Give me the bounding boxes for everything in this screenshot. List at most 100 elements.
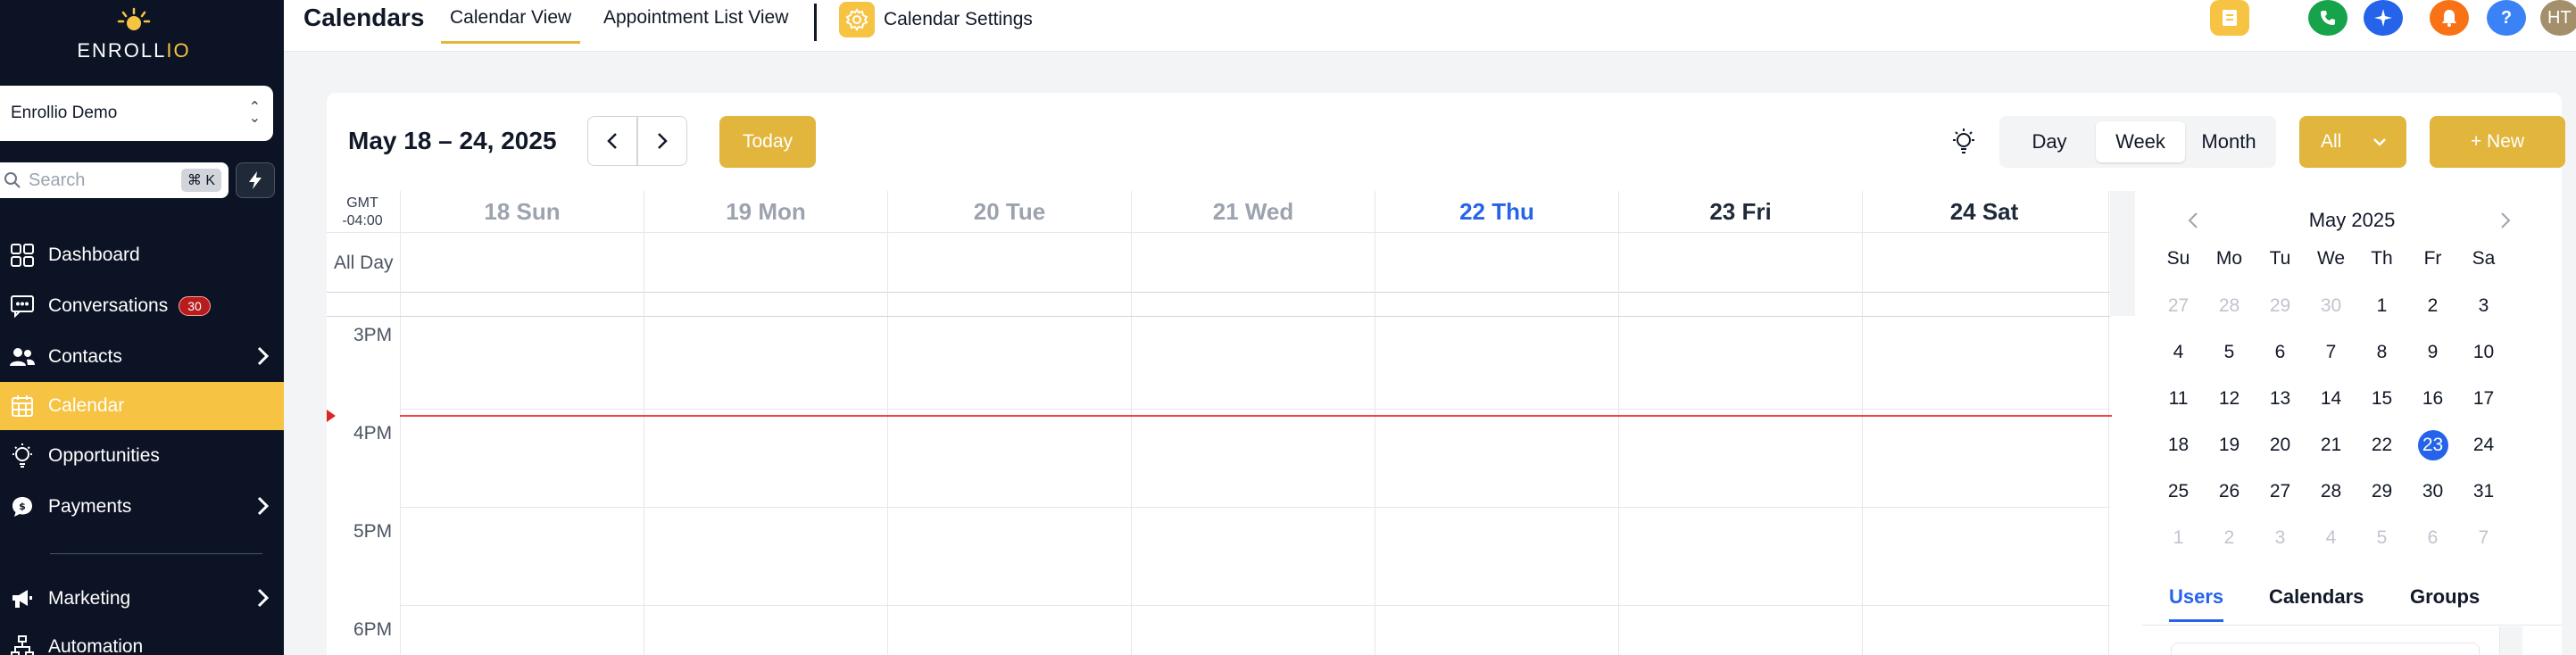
sidebar-item-payments[interactable]: $ Payments	[0, 483, 284, 531]
mini-calendar-day[interactable]: 3	[2255, 523, 2306, 553]
sidebar-item-opportunities[interactable]: Opportunities	[0, 432, 284, 480]
mini-calendar-day[interactable]: 12	[2204, 384, 2255, 414]
grid-line	[400, 409, 2110, 410]
users-list-scrollbar[interactable]	[2499, 626, 2522, 655]
mini-calendar-day[interactable]: 30	[2407, 477, 2458, 507]
mini-calendar-day[interactable]: 20	[2255, 430, 2306, 460]
calendar-settings-label[interactable]: Calendar Settings	[884, 9, 1033, 30]
mini-calendar-day[interactable]: 27	[2153, 291, 2204, 321]
mini-calendar-day[interactable]: 15	[2356, 384, 2407, 414]
sidebar-item-calendar[interactable]: Calendar	[0, 382, 284, 430]
weekday-label: Th	[2371, 248, 2393, 269]
mini-calendar-day[interactable]: 3	[2458, 291, 2509, 321]
mini-calendar-day[interactable]: 2	[2407, 291, 2458, 321]
filter-dropdown[interactable]: All	[2299, 116, 2406, 168]
mini-calendar-day[interactable]: 31	[2458, 477, 2509, 507]
mini-calendar-day[interactable]: 10	[2458, 337, 2509, 368]
day-number: 6	[2274, 342, 2286, 362]
tab-calendar-view[interactable]: Calendar View	[441, 7, 581, 44]
tab-users[interactable]: Users	[2169, 585, 2224, 622]
mini-calendar-day[interactable]: 2	[2204, 523, 2255, 553]
search-box[interactable]: ⌘ K	[0, 162, 229, 198]
mini-calendar-day[interactable]: 6	[2407, 523, 2458, 553]
mini-calendar-day[interactable]: 26	[2204, 477, 2255, 507]
next-week-button[interactable]	[637, 116, 687, 166]
notes-button[interactable]	[2210, 0, 2249, 36]
calendar-settings-button[interactable]	[839, 2, 875, 37]
grid-line	[887, 232, 888, 655]
mini-calendar-day[interactable]: 30	[2306, 291, 2356, 321]
mini-calendar-day[interactable]: 14	[2306, 384, 2356, 414]
chevron-up-down-icon: ⌃ ⌄	[248, 100, 261, 126]
chat-icon	[9, 293, 36, 319]
day-header-mon[interactable]: 19 Mon	[644, 191, 887, 232]
mini-calendar-day[interactable]: 24	[2458, 430, 2509, 460]
view-week-button[interactable]: Week	[2096, 121, 2185, 162]
day-header-wed[interactable]: 21 Wed	[1131, 191, 1375, 232]
ai-assistant-button[interactable]	[2364, 0, 2403, 36]
enrollio-logo[interactable]: ENROLLIO	[0, 7, 268, 62]
day-header-fri[interactable]: 23 Fri	[1618, 191, 1862, 232]
page-title: Calendars	[303, 4, 425, 31]
chevron-down-icon	[2373, 138, 2386, 146]
sidebar-item-automation[interactable]: Automation	[0, 623, 284, 655]
view-day-button[interactable]: Day	[2005, 121, 2094, 162]
day-header-sat[interactable]: 24 Sat	[1862, 191, 2106, 232]
sidebar-item-dashboard[interactable]: Dashboard	[0, 231, 284, 279]
day-header-sun[interactable]: 18 Sun	[400, 191, 644, 232]
mini-calendar-day[interactable]: 13	[2255, 384, 2306, 414]
mini-calendar-day[interactable]: 4	[2153, 337, 2204, 368]
day-number: 27	[2269, 481, 2291, 502]
mini-calendar-day[interactable]: 17	[2458, 384, 2509, 414]
sidebar-item-marketing[interactable]: Marketing	[0, 575, 284, 623]
mini-calendar-day[interactable]: 1	[2356, 291, 2407, 321]
sidebar-item-conversations[interactable]: Conversations 30	[0, 282, 284, 330]
mini-calendar-day[interactable]: 1	[2153, 523, 2204, 553]
mini-calendar-day[interactable]: 27	[2255, 477, 2306, 507]
account-switcher[interactable]: Enrollio Demo ⌃ ⌄	[0, 86, 273, 141]
day-header-thu[interactable]: 22 Thu	[1375, 191, 1618, 232]
avatar[interactable]: HT	[2540, 0, 2576, 36]
mini-calendar-day[interactable]: 11	[2153, 384, 2204, 414]
mini-calendar-day[interactable]: 7	[2458, 523, 2509, 553]
sidebar-item-contacts[interactable]: Contacts	[0, 333, 284, 381]
mini-calendar-day[interactable]: 5	[2204, 337, 2255, 368]
mini-calendar-day[interactable]: 4	[2306, 523, 2356, 553]
sidebar-item-label: Contacts	[48, 346, 122, 367]
new-appointment-button[interactable]: + New	[2430, 116, 2565, 168]
mini-calendar-day[interactable]: 18	[2153, 430, 2204, 460]
mini-calendar-day[interactable]: 25	[2153, 477, 2204, 507]
mini-calendar-day[interactable]: 28	[2306, 477, 2356, 507]
lightbulb-icon[interactable]	[1949, 127, 1978, 157]
mini-calendar-day[interactable]: 9	[2407, 337, 2458, 368]
search-input[interactable]	[29, 170, 181, 191]
mini-calendar-day[interactable]: 6	[2255, 337, 2306, 368]
day-number: 1	[2173, 527, 2184, 548]
view-month-button[interactable]: Month	[2187, 121, 2271, 162]
mini-calendar-day[interactable]: 21	[2306, 430, 2356, 460]
mini-calendar-day[interactable]: 19	[2204, 430, 2255, 460]
mini-calendar-day[interactable]: 22	[2356, 430, 2407, 460]
mini-calendar-day[interactable]: 8	[2356, 337, 2407, 368]
mini-calendar-day-selected[interactable]: 23	[2407, 430, 2458, 460]
mini-calendar-day[interactable]: 28	[2204, 291, 2255, 321]
chevron-right-icon[interactable]	[2499, 211, 2512, 230]
mini-calendar-day[interactable]: 29	[2356, 477, 2407, 507]
header-scrollbar[interactable]	[2110, 191, 2135, 316]
mini-calendar-day[interactable]: 7	[2306, 337, 2356, 368]
all-day-row[interactable]: All Day	[327, 232, 2110, 293]
help-button[interactable]: ?	[2487, 0, 2526, 36]
mini-calendar-day[interactable]: 5	[2356, 523, 2407, 553]
notifications-button[interactable]	[2430, 0, 2469, 36]
tab-groups[interactable]: Groups	[2410, 585, 2480, 609]
quick-action-button[interactable]	[236, 162, 275, 198]
day-header-tue[interactable]: 20 Tue	[887, 191, 1131, 232]
tab-appointment-list-view[interactable]: Appointment List View	[594, 7, 797, 29]
today-button[interactable]: Today	[719, 116, 816, 168]
mini-calendar-day[interactable]: 29	[2255, 291, 2306, 321]
users-list[interactable]	[2171, 643, 2480, 655]
tab-calendars[interactable]: Calendars	[2269, 585, 2364, 609]
previous-week-button[interactable]	[587, 116, 637, 166]
phone-button[interactable]	[2308, 0, 2347, 36]
mini-calendar-day[interactable]: 16	[2407, 384, 2458, 414]
